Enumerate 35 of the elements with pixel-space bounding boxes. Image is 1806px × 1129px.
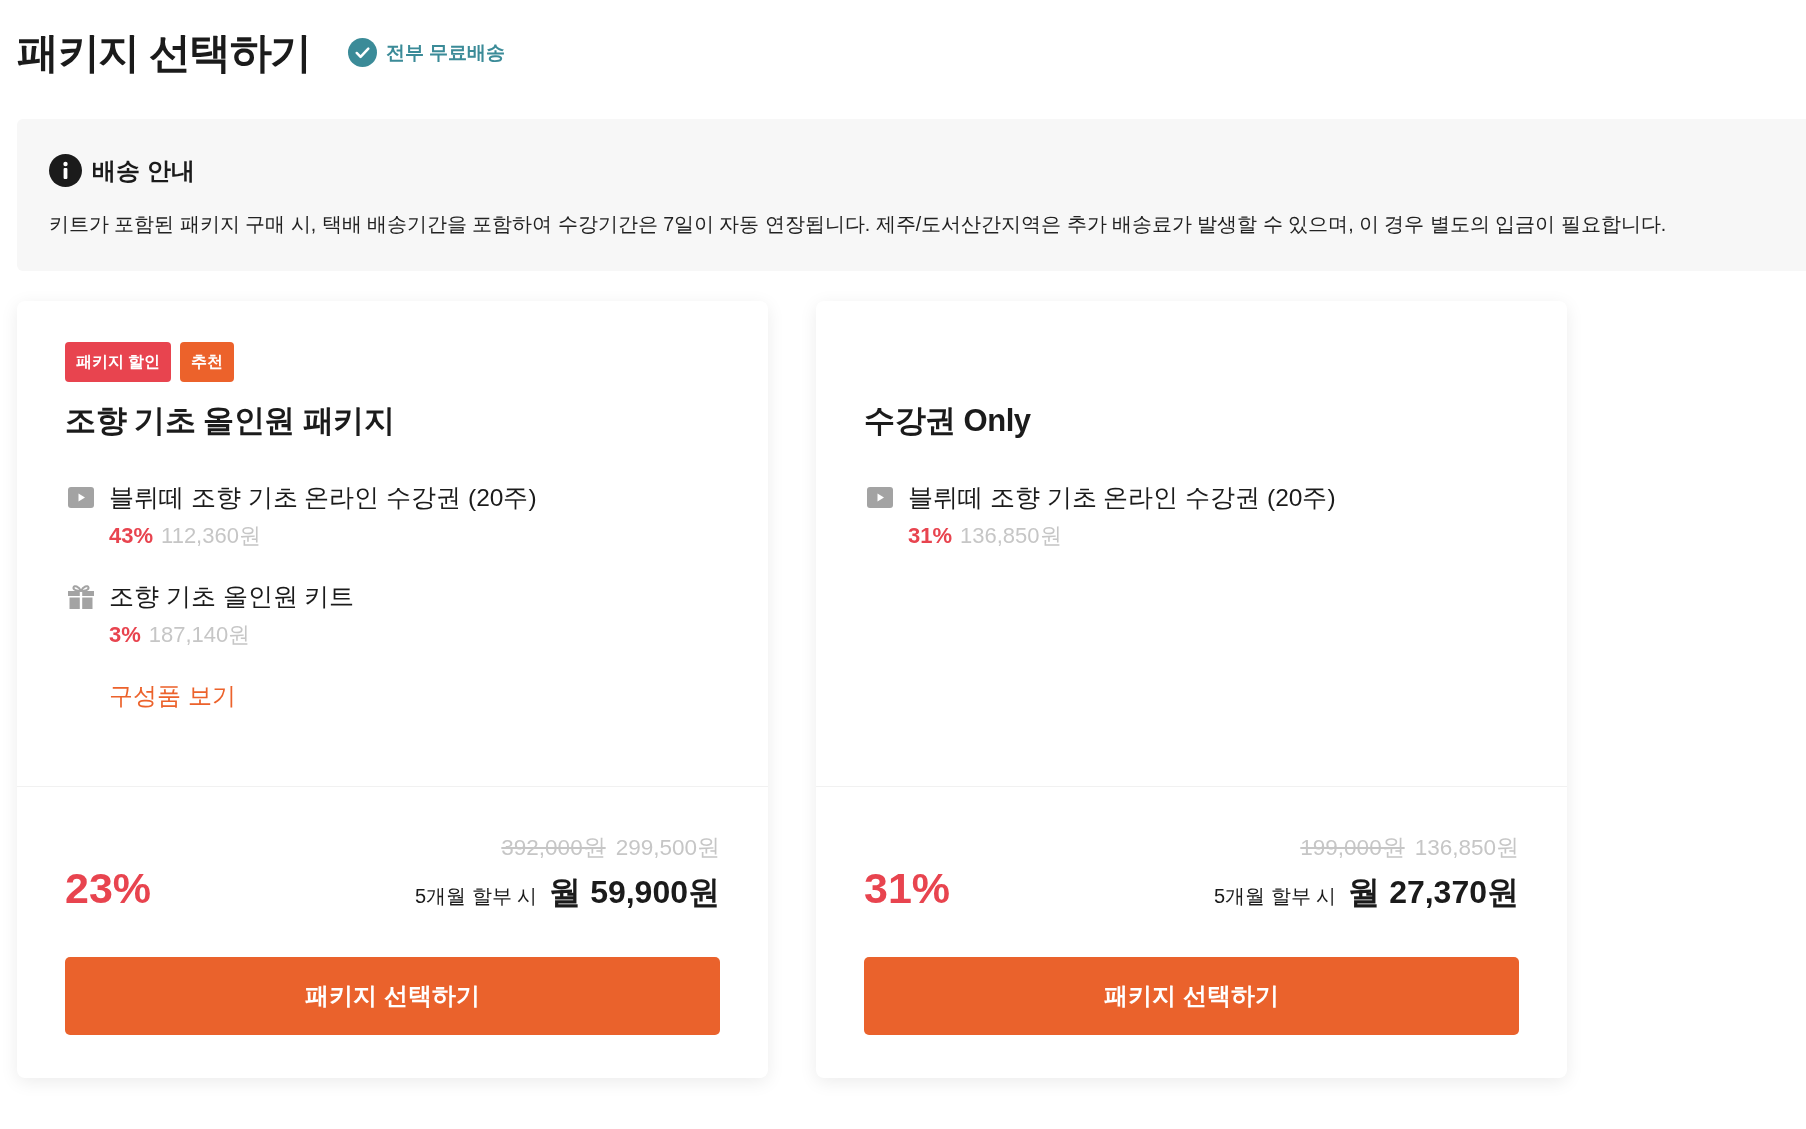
notice-title: 배송 안내 (92, 155, 195, 186)
original-price: 392,000원 (501, 834, 606, 862)
installment-label: 5개월 할부 시 (1214, 884, 1337, 909)
item-name: 조향 기초 올인원 키트 (109, 581, 355, 612)
page-title: 패키지 선택하기 (17, 28, 311, 78)
check-circle-icon (347, 38, 377, 67)
item-discount: 31% (908, 522, 953, 550)
item-discount: 43% (109, 522, 154, 550)
package-title: 수강권 Only (864, 402, 1032, 440)
monthly-price: 월 27,370원 (1348, 873, 1519, 912)
discount-rate: 23% (65, 865, 152, 911)
free-shipping-label: 전부 무료배송 (385, 40, 505, 65)
original-price: 199,000원 (1300, 834, 1405, 862)
select-package-button[interactable]: 패키지 선택하기 (864, 957, 1519, 1035)
installment-label: 5개월 할부 시 (415, 884, 538, 909)
info-icon (49, 154, 82, 187)
item-price: 136,850원 (960, 522, 1062, 550)
item-discount: 3% (109, 621, 141, 649)
item-price: 187,140원 (148, 621, 251, 649)
notice-text: 키트가 포함된 패키지 구매 시, 택배 배송기간을 포함하여 수강기간은 7일이 자동 연장됩니다. 제주/도서산간지역은 추가 배송료가 발생할 수 있으며, 이 경우 별도의 입금이 필요합니다. (49, 212, 1668, 237)
package-tag: 패키지 할인 (65, 342, 172, 382)
view-components-link[interactable]: 구성품 보기 (109, 678, 236, 714)
select-package-button[interactable]: 패키지 선택하기 (65, 957, 720, 1035)
monthly-price: 월 59,900원 (549, 873, 720, 912)
package-tag: 추천 (180, 342, 235, 382)
item-price: 112,360원 (161, 522, 261, 550)
gift-icon (68, 583, 94, 609)
video-play-icon (867, 486, 893, 508)
discount-rate: 31% (864, 865, 951, 911)
sale-price: 136,850원 (1414, 834, 1519, 862)
video-play-icon (68, 486, 94, 508)
item-name: 블뤼떼 조향 기초 온라인 수강권 (20주) (109, 482, 537, 513)
item-name: 블뤼떼 조향 기초 온라인 수강권 (20주) (908, 482, 1336, 513)
package-title: 조향 기초 올인원 패키지 (65, 402, 396, 440)
sale-price: 299,500원 (615, 834, 720, 862)
